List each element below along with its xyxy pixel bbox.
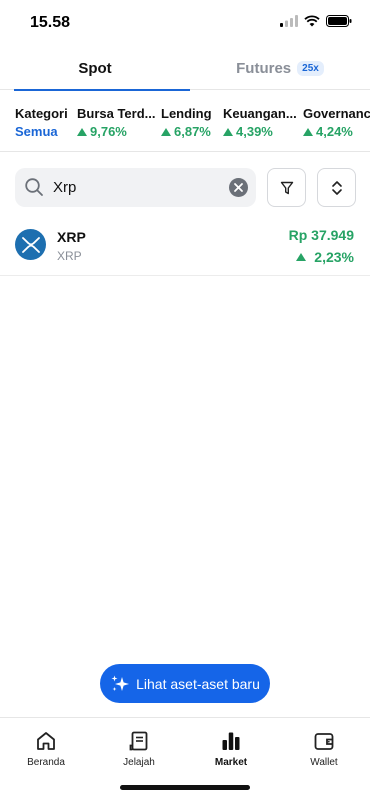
- leverage-badge: 25x: [297, 60, 324, 76]
- xrp-logo-icon: [15, 229, 46, 260]
- nav-item-jelajah[interactable]: Jelajah: [93, 730, 185, 768]
- category-exchange[interactable]: Bursa Terd... 9,76%: [77, 106, 156, 139]
- up-arrow-icon: [161, 127, 171, 136]
- active-tab-indicator: [14, 89, 190, 91]
- nav-label: Wallet: [310, 757, 338, 768]
- nav-item-wallet[interactable]: Wallet: [278, 730, 370, 768]
- new-assets-label: Lihat aset-aset baru: [136, 675, 260, 692]
- tab-futures-label: Futures: [236, 59, 292, 77]
- sort-button[interactable]: [317, 168, 356, 207]
- sort-icon: [331, 180, 342, 195]
- category-name: Keuangan...: [223, 106, 297, 121]
- search-icon: [25, 178, 43, 196]
- search-input[interactable]: [53, 168, 223, 207]
- up-arrow-icon: [303, 127, 313, 136]
- filter-button[interactable]: [267, 168, 306, 207]
- new-assets-button[interactable]: Lihat aset-aset baru: [100, 664, 270, 703]
- asset-price: Rp 37.949: [288, 227, 354, 243]
- nav-label: Jelajah: [123, 757, 155, 768]
- home-indicator: [120, 785, 250, 790]
- nav-label: Beranda: [27, 757, 65, 768]
- category-change: 9,76%: [77, 124, 156, 139]
- category-governance[interactable]: Governance 4,24%: [303, 106, 370, 139]
- up-arrow-icon: [77, 127, 87, 136]
- tab-futures[interactable]: Futures 25x: [190, 46, 370, 90]
- asset-name: XRP: [57, 249, 82, 263]
- wifi-icon: [304, 15, 320, 27]
- category-name: Lending: [161, 106, 212, 121]
- market-icon: [222, 732, 240, 750]
- clear-icon[interactable]: [229, 178, 248, 197]
- search-box: [15, 168, 256, 207]
- nav-label: Market: [214, 757, 248, 768]
- nav-item-market[interactable]: Market: [185, 730, 277, 768]
- search-row: [15, 168, 356, 208]
- category-strip: Kategori Semua Bursa Terd... 9,76% Lendi…: [0, 100, 370, 152]
- market-tabs: Spot Futures 25x: [0, 46, 370, 91]
- category-lending[interactable]: Lending 6,87%: [161, 106, 212, 139]
- status-time: 15.58: [30, 14, 71, 31]
- category-finance[interactable]: Keuangan... 4,39%: [223, 106, 297, 139]
- wallet-icon: [314, 733, 334, 750]
- category-change: 4,24%: [303, 124, 370, 139]
- asset-change-value: 2,23%: [314, 249, 354, 265]
- asset-row-xrp[interactable]: XRP XRP Rp 37.949 2,23%: [0, 218, 370, 276]
- category-name: Kategori: [15, 106, 68, 121]
- category-name: Governance: [303, 106, 370, 121]
- tab-spot[interactable]: Spot: [0, 46, 190, 91]
- asset-symbol: XRP: [57, 229, 86, 245]
- category-value: Semua: [15, 124, 58, 139]
- home-icon: [37, 732, 55, 750]
- battery-icon: [326, 15, 352, 27]
- nav-item-beranda[interactable]: Beranda: [0, 730, 92, 768]
- up-arrow-icon: [223, 127, 233, 136]
- signal-icon: [280, 15, 298, 27]
- category-change: 6,87%: [161, 124, 212, 139]
- sparkle-icon: [111, 675, 130, 691]
- explore-icon: [129, 731, 148, 751]
- category-change: 4,39%: [223, 124, 297, 139]
- tab-spot-label: Spot: [78, 59, 112, 77]
- status-icons: [280, 15, 352, 27]
- status-bar: 15.58: [0, 0, 370, 46]
- up-arrow-icon: [296, 253, 307, 261]
- category-all[interactable]: Kategori Semua: [15, 106, 68, 139]
- asset-change: 2,23%: [296, 249, 354, 265]
- category-name: Bursa Terd...: [77, 106, 156, 121]
- filter-icon: [280, 181, 293, 194]
